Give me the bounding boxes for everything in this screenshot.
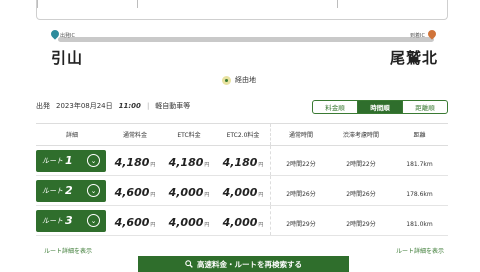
normal-fee: 4,600 — [114, 216, 150, 229]
route-line — [58, 37, 434, 42]
etc2-fee: 4,000 — [222, 216, 258, 229]
header-normal-time: 通常時間 — [288, 132, 313, 139]
vehicle-type: 軽自動車等 — [155, 102, 191, 110]
research-button[interactable]: 高速料金・ルートを再検索する — [138, 256, 349, 272]
route-label: ルート — [42, 186, 63, 195]
sort-tab-distance[interactable]: 距離順 — [402, 100, 448, 114]
header-normal-fee: 通常料金 — [122, 132, 147, 139]
via-point[interactable]: 経由地 — [222, 75, 256, 85]
route-2-button[interactable]: ルート 2 ⌄ — [36, 179, 106, 202]
partial-links: ルート詳細を表示 ルート詳細を表示 — [44, 246, 444, 255]
route-3-button[interactable]: ルート 3 ⌄ — [36, 209, 106, 232]
separator: | — [146, 102, 150, 110]
yen-unit: 円 — [204, 162, 210, 168]
direction-label: 出発 — [36, 102, 50, 110]
via-point-icon — [222, 75, 231, 85]
yen-unit: 円 — [258, 162, 264, 168]
chevron-down-icon[interactable]: ⌄ — [87, 154, 100, 167]
yen-unit: 円 — [150, 222, 156, 228]
time-value: 11:00 — [118, 102, 141, 110]
yen-unit: 円 — [258, 192, 264, 198]
start-place-name: 引山 — [51, 49, 84, 67]
normal-fee: 4,180 — [114, 156, 150, 169]
previous-panel-edge — [36, 0, 448, 20]
header-detail: 詳細 — [65, 132, 78, 139]
yen-unit: 円 — [150, 162, 156, 168]
route-number: 2 — [65, 184, 73, 197]
distance: 181.7km — [406, 161, 433, 168]
search-condition-bar: 出発 2023年08月24日 11:00 | 軽自動車等 — [36, 101, 190, 111]
end-place-name: 尾鷲北 — [390, 49, 439, 67]
etc-fee: 4,000 — [168, 216, 204, 229]
route-1-button[interactable]: ルート 1 ⌄ — [36, 149, 106, 172]
table-row: ルート 1 ⌄ 4,180円 4,180円 4,180円 2時間22分 2時間2… — [36, 146, 448, 176]
route-label: ルート — [42, 156, 63, 165]
route-number: 3 — [65, 214, 73, 227]
route-number: 1 — [65, 154, 73, 167]
table-row: ルート 2 ⌄ 4,600円 4,000円 4,000円 2時間26分 2時間2… — [36, 176, 448, 206]
search-icon — [185, 260, 193, 268]
sort-tab-time[interactable]: 時間順 — [357, 100, 403, 114]
yen-unit: 円 — [204, 192, 210, 198]
route-detail-link-right[interactable]: ルート詳細を表示 — [396, 246, 444, 255]
chevron-down-icon[interactable]: ⌄ — [87, 214, 100, 227]
route-label: ルート — [42, 216, 63, 225]
research-button-label: 高速料金・ルートを再検索する — [197, 259, 302, 269]
traffic-time: 2時間29分 — [346, 221, 376, 228]
header-etc2-fee: ETC2.0料金 — [226, 132, 260, 139]
distance: 181.0km — [406, 221, 433, 228]
traffic-time: 2時間26分 — [346, 191, 376, 198]
yen-unit: 円 — [258, 222, 264, 228]
yen-unit: 円 — [150, 192, 156, 198]
distance: 178.6km — [406, 191, 433, 198]
normal-time: 2時間26分 — [286, 191, 316, 198]
yen-unit: 円 — [204, 222, 210, 228]
etc2-fee: 4,000 — [222, 186, 258, 199]
table-header: 詳細 通常料金 ETC料金 ETC2.0料金 通常時間 渋滞考慮時間 距離 — [36, 124, 448, 146]
table-row: ルート 3 ⌄ 4,600円 4,000円 4,000円 2時間29分 2時間2… — [36, 206, 448, 236]
header-traffic-time: 渋滞考慮時間 — [342, 132, 379, 139]
date-value: 2023年08月24日 — [56, 102, 113, 110]
header-etc-fee: ETC料金 — [177, 132, 201, 139]
start-ic-label: 出発IC — [60, 33, 75, 39]
end-ic-label: 到着IC — [410, 33, 425, 39]
sort-tabs: 料金順 時間順 距離順 — [312, 100, 448, 114]
route-detail-link-left[interactable]: ルート詳細を表示 — [44, 246, 92, 255]
etc2-fee: 4,180 — [222, 156, 258, 169]
etc-fee: 4,180 — [168, 156, 204, 169]
normal-time: 2時間29分 — [286, 221, 316, 228]
chevron-down-icon[interactable]: ⌄ — [87, 184, 100, 197]
normal-fee: 4,600 — [114, 186, 150, 199]
header-distance: 距離 — [413, 132, 426, 139]
sort-tab-fee[interactable]: 料金順 — [312, 100, 358, 114]
via-point-label: 経由地 — [235, 76, 256, 84]
route-results-table: 詳細 通常料金 ETC料金 ETC2.0料金 通常時間 渋滞考慮時間 距離 ルー… — [36, 123, 448, 236]
normal-time: 2時間22分 — [286, 161, 316, 168]
traffic-time: 2時間22分 — [346, 161, 376, 168]
etc-fee: 4,000 — [168, 186, 204, 199]
